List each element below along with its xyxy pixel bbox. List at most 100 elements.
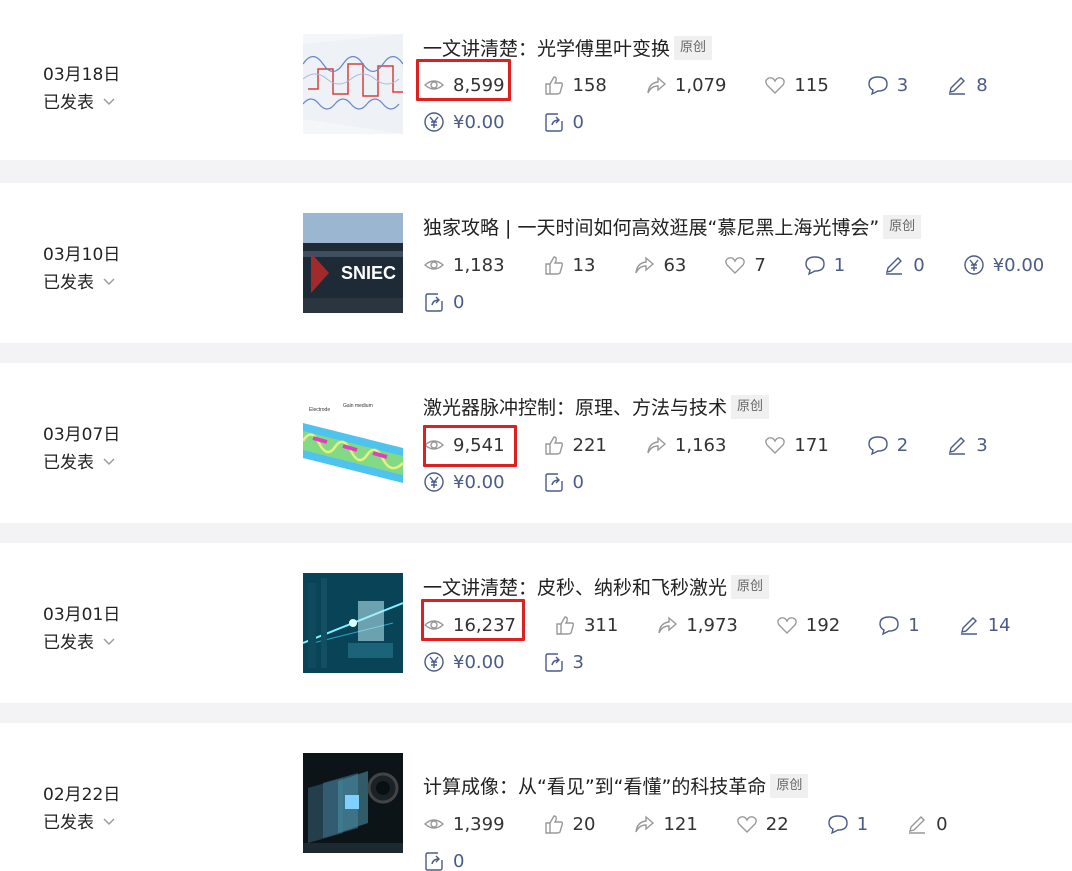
repost-icon — [425, 293, 443, 312]
publish-status-dropdown[interactable]: 已发表 — [43, 808, 116, 833]
edits-metric[interactable]: 8 — [946, 74, 988, 96]
edits-count: 3 — [976, 434, 988, 456]
article-thumbnail[interactable]: Electrode Gain medium — [303, 393, 403, 493]
likes-metric: 13 — [543, 254, 596, 276]
yen-icon — [424, 112, 444, 132]
shares-count: 1,163 — [674, 434, 727, 456]
publish-status-label: 已发表 — [43, 93, 94, 113]
publish-status-dropdown[interactable]: 已发表 — [43, 628, 116, 653]
edits-count: 8 — [976, 74, 988, 96]
views-highlight-box — [421, 599, 525, 641]
heart-icon — [765, 437, 786, 454]
reposts-count: 0 — [572, 471, 584, 493]
thumbs-up-icon — [544, 815, 563, 834]
shares-metric: 121 — [633, 813, 698, 835]
thumbs-up-icon — [544, 76, 563, 95]
heart-icon — [736, 816, 757, 833]
thumbnail-sign-text: SNIEC — [341, 263, 396, 283]
article-title: 一文讲清楚：光学傅里叶变换 — [423, 38, 671, 60]
share-icon — [658, 616, 678, 634]
yen-icon — [424, 652, 444, 672]
article-thumbnail[interactable]: SNIEC — [303, 213, 403, 313]
yen-icon — [964, 255, 984, 275]
heart-icon — [777, 617, 797, 634]
comments-metric[interactable]: 1 — [804, 254, 845, 276]
likes-metric: 311 — [554, 614, 618, 636]
article-date: 03月01日 — [43, 605, 121, 625]
likes-count: 13 — [572, 254, 596, 276]
comments-count: 1 — [856, 813, 869, 835]
heart-icon — [725, 257, 746, 274]
article-title-link[interactable]: 一文讲清楚：皮秒、纳秒和飞秒激光 原创 — [423, 573, 770, 600]
comments-metric[interactable]: 1 — [827, 813, 868, 835]
comments-count: 1 — [833, 254, 846, 276]
edits-metric[interactable]: 3 — [946, 434, 988, 456]
repost-icon — [544, 113, 563, 132]
publish-status-dropdown[interactable]: 已发表 — [43, 268, 116, 293]
article-title-link[interactable]: 计算成像：从“看见”到“看懂”的科技革命 原创 — [423, 772, 809, 799]
reward-amount: ¥0.00 — [992, 254, 1045, 276]
svg-text:Electrode: Electrode — [309, 407, 330, 413]
reposts-count: 0 — [572, 111, 584, 133]
chevron-down-icon — [103, 458, 115, 465]
article-title: 计算成像：从“看见”到“看懂”的科技革命 — [423, 776, 767, 798]
article-card: 03月07日 已发表 Electrode Gain medium 激光器脉冲控制… — [0, 363, 1072, 523]
article-metrics: 8,599 158 1,079 115 3 8 ¥0.00 0 — [423, 74, 1063, 133]
comment-icon — [868, 436, 888, 456]
article-thumbnail[interactable] — [303, 573, 403, 673]
article-thumbnail[interactable] — [303, 753, 403, 853]
reward-amount: ¥0.00 — [453, 111, 505, 133]
reward-amount: ¥0.00 — [453, 471, 505, 493]
favorites-count: 115 — [794, 74, 829, 96]
article-date: 03月18日 — [43, 65, 121, 85]
views-count: 1,183 — [453, 254, 505, 276]
views-metric: 1,183 — [423, 254, 505, 276]
yen-icon — [424, 472, 444, 492]
shares-metric: 1,079 — [645, 74, 726, 96]
shares-metric: 1,163 — [645, 434, 727, 456]
edits-metric[interactable]: 0 — [883, 254, 925, 276]
reward-metric[interactable]: ¥0.00 — [963, 254, 1045, 276]
repost-icon — [425, 852, 443, 871]
reposts-metric[interactable]: 3 — [543, 651, 584, 673]
article-thumbnail[interactable] — [303, 34, 403, 134]
publish-status-dropdown[interactable]: 已发表 — [43, 448, 116, 473]
reward-metric[interactable]: ¥0.00 — [423, 471, 505, 493]
article-title-link[interactable]: 独家攻略 | 一天时间如何高效逛展“慕尼黑上海光博会” 原创 — [423, 213, 922, 240]
repost-icon — [544, 473, 563, 492]
publish-status-label: 已发表 — [43, 633, 94, 653]
edits-count: 0 — [936, 813, 948, 835]
article-title-link[interactable]: 一文讲清楚：光学傅里叶变换 原创 — [423, 34, 713, 61]
article-title-link[interactable]: 激光器脉冲控制：原理、方法与技术 原创 — [423, 393, 770, 420]
reposts-metric[interactable]: 0 — [423, 850, 464, 871]
shares-metric: 1,973 — [656, 614, 738, 636]
pen-icon — [909, 816, 926, 834]
likes-count: 311 — [583, 614, 619, 636]
favorites-metric: 7 — [724, 254, 766, 276]
edits-metric[interactable]: 14 — [958, 614, 1011, 636]
comments-count: 3 — [896, 74, 909, 96]
eye-icon — [423, 260, 445, 270]
edits-metric[interactable]: 0 — [906, 813, 948, 835]
reposts-metric[interactable]: 0 — [543, 111, 584, 133]
views-highlight-box — [423, 425, 517, 467]
publish-status-label: 已发表 — [43, 273, 94, 293]
likes-count: 158 — [572, 74, 607, 96]
comments-metric[interactable]: 1 — [878, 614, 920, 636]
comment-icon — [868, 76, 888, 96]
comments-metric[interactable]: 3 — [867, 74, 908, 96]
svg-text:Gain medium: Gain medium — [343, 403, 373, 409]
publish-status-label: 已发表 — [43, 453, 94, 473]
favorites-metric: 192 — [776, 614, 840, 636]
shares-count: 1,973 — [686, 614, 738, 636]
reward-metric[interactable]: ¥0.00 — [423, 651, 505, 673]
shares-metric: 63 — [633, 254, 686, 276]
comments-metric[interactable]: 2 — [867, 434, 908, 456]
reward-metric[interactable]: ¥0.00 — [423, 111, 505, 133]
favorites-metric: 171 — [764, 434, 829, 456]
thumbs-up-icon — [544, 436, 563, 455]
comment-icon — [879, 616, 899, 636]
reposts-metric[interactable]: 0 — [423, 291, 464, 313]
publish-status-dropdown[interactable]: 已发表 — [43, 88, 116, 113]
reposts-metric[interactable]: 0 — [543, 471, 584, 493]
